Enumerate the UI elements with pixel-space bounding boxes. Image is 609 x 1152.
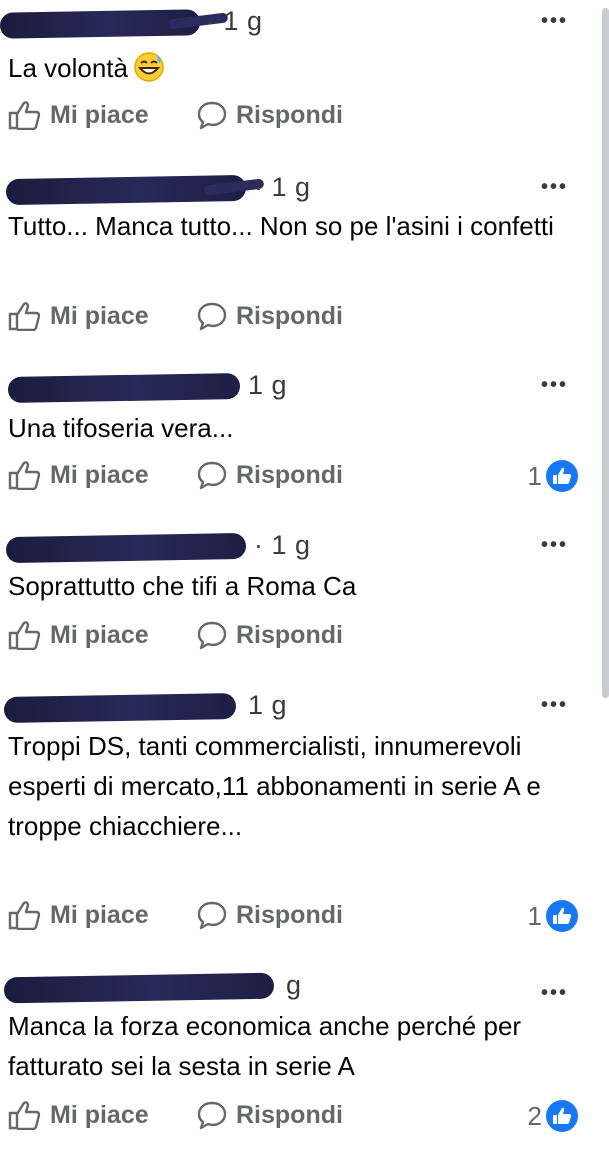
reply-button[interactable]: Rispondi — [196, 100, 343, 130]
like-button[interactable]: Mi piace — [8, 620, 149, 650]
speech-bubble-icon — [197, 461, 227, 490]
comment-timestamp: · 1 g — [206, 6, 263, 36]
like-button[interactable]: Mi piace — [8, 301, 149, 331]
like-button[interactable]: Mi piace — [8, 900, 149, 930]
like-button[interactable]: Mi piace — [8, 460, 149, 490]
comment-timestamp: · 1 g — [254, 172, 311, 202]
scrollbar[interactable] — [602, 8, 609, 698]
like-reaction-icon — [546, 460, 578, 492]
comment-header: 1 g ••• — [0, 690, 600, 726]
thumbs-up-icon — [8, 101, 41, 130]
thumbs-up-icon — [8, 901, 41, 930]
reply-button[interactable]: Rispondi — [196, 620, 343, 650]
more-options-icon[interactable]: ••• — [541, 983, 568, 1003]
comment-header: · 1 g ••• — [0, 530, 600, 566]
comment-timestamp: · 1 g — [254, 530, 311, 560]
reaction-count[interactable]: 1 — [528, 460, 578, 492]
reply-button[interactable]: Rispondi — [196, 1100, 343, 1130]
more-options-icon[interactable]: ••• — [541, 11, 568, 31]
like-reaction-icon — [546, 1100, 578, 1132]
reply-button[interactable]: Rispondi — [196, 460, 343, 490]
comment-header: g ••• — [0, 970, 600, 1006]
comment-text: Tutto... Manca tutto... Non so pe l'asin… — [8, 211, 554, 241]
more-options-icon[interactable]: ••• — [541, 375, 568, 395]
reaction-count[interactable]: 1 — [528, 900, 578, 932]
comment-text: Una tifoseria vera... — [8, 413, 234, 443]
comment-timestamp: g — [286, 970, 302, 1000]
comment-text: La volontà — [8, 48, 588, 94]
speech-bubble-icon — [197, 621, 227, 650]
speech-bubble-icon — [197, 101, 227, 130]
like-button[interactable]: Mi piace — [8, 100, 149, 130]
comment-header: 1 g ••• — [0, 370, 600, 406]
thumbs-up-icon — [8, 1101, 41, 1130]
speech-bubble-icon — [197, 302, 227, 331]
comment-actions: Mi piace Rispondi — [8, 620, 600, 656]
redacted-author-name — [5, 532, 247, 564]
comment-text: Manca la forza economica anche perché pe… — [8, 1011, 522, 1081]
comment-timestamp: 1 g — [248, 370, 288, 400]
comment-actions: Mi piace Rispondi — [8, 100, 600, 136]
redacted-author-name — [3, 972, 275, 1004]
comment-header: · 1 g ••• — [0, 6, 600, 42]
more-options-icon[interactable]: ••• — [541, 695, 568, 715]
comment-text: Soprattutto che tifi a Roma Ca — [8, 571, 357, 601]
like-button[interactable]: Mi piace — [8, 1100, 149, 1130]
comment-actions: Mi piace Rispondi 1 — [8, 900, 600, 936]
comment-timestamp: 1 g — [248, 690, 288, 720]
redacted-author-name — [3, 692, 237, 724]
speech-bubble-icon — [197, 1101, 227, 1130]
thumbs-up-icon — [8, 461, 41, 490]
reply-button[interactable]: Rispondi — [196, 900, 343, 930]
reply-button[interactable]: Rispondi — [196, 301, 343, 331]
thumbs-up-icon — [8, 302, 41, 331]
comment-actions: Mi piace Rispondi — [8, 301, 600, 337]
grinning-sweat-emoji — [132, 51, 166, 94]
reaction-count[interactable]: 2 — [528, 1100, 578, 1132]
comment-text: Troppi DS, tanti commercialisti, innumer… — [8, 731, 541, 841]
more-options-icon[interactable]: ••• — [541, 535, 568, 555]
thumbs-up-icon — [8, 621, 41, 650]
speech-bubble-icon — [197, 901, 227, 930]
comment-actions: Mi piace Rispondi 2 — [8, 1100, 600, 1136]
comment-header: · 1 g ••• — [0, 172, 600, 208]
more-options-icon[interactable]: ••• — [541, 177, 568, 197]
redacted-author-name — [7, 372, 241, 404]
like-reaction-icon — [546, 900, 578, 932]
comment-actions: Mi piace Rispondi 1 — [8, 460, 600, 496]
